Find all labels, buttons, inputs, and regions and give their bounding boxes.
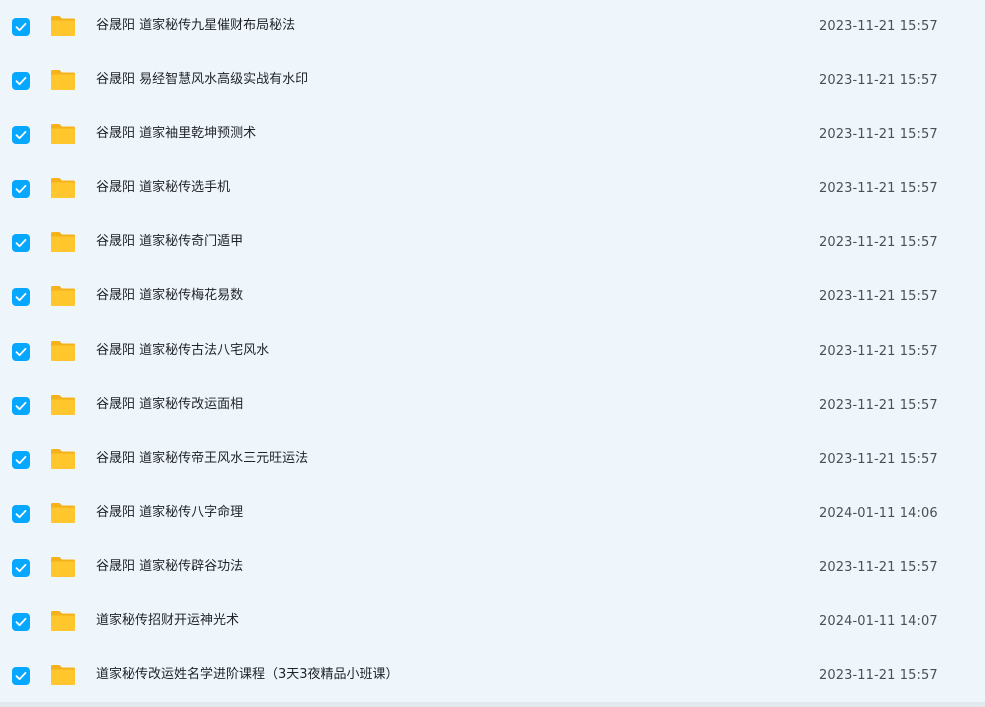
file-modified-date: 2023-11-21 15:57	[819, 127, 938, 143]
file-modified-date: 2024-01-11 14:07	[819, 614, 938, 630]
file-name[interactable]: 道家秘传改运姓名学进阶课程（3天3夜精品小班课）	[96, 666, 399, 684]
checkbox-checked-icon[interactable]	[12, 180, 30, 199]
file-name[interactable]: 谷晟阳 道家秘传奇门遁甲	[96, 233, 243, 251]
folder-icon	[49, 447, 77, 471]
folder-icon	[49, 393, 77, 417]
file-name[interactable]: 谷晟阳 道家秘传选手机	[96, 179, 230, 197]
file-row[interactable]: 谷晟阳 道家袖里乾坤预测术 2023-11-21 15:57	[0, 108, 985, 162]
file-name[interactable]: 谷晟阳 易经智慧风水高级实战有水印	[96, 71, 308, 89]
checkbox-checked-icon[interactable]	[12, 234, 30, 253]
file-row[interactable]: 谷晟阳 道家秘传九星催财布局秘法 2023-11-21 15:57	[0, 0, 985, 54]
checkbox-checked-icon[interactable]	[12, 450, 30, 469]
file-name[interactable]: 谷晟阳 道家秘传八字命理	[96, 504, 243, 522]
folder-icon	[49, 68, 77, 92]
checkbox-checked-icon[interactable]	[12, 342, 30, 361]
folder-icon	[49, 284, 77, 308]
checkbox-checked-icon[interactable]	[12, 667, 30, 686]
folder-icon	[49, 122, 77, 146]
folder-icon	[49, 339, 77, 363]
file-name[interactable]: 谷晟阳 道家秘传帝王风水三元旺运法	[96, 450, 308, 468]
file-modified-date: 2023-11-21 15:57	[819, 181, 938, 197]
checkbox-checked-icon[interactable]	[12, 126, 30, 145]
file-modified-date: 2023-11-21 15:57	[819, 451, 938, 467]
file-name[interactable]: 谷晟阳 道家秘传古法八宅风水	[96, 342, 269, 360]
file-name[interactable]: 谷晟阳 道家秘传辟谷功法	[96, 558, 243, 576]
file-modified-date: 2023-11-21 15:57	[819, 343, 938, 359]
file-name[interactable]: 谷晟阳 道家秘传改运面相	[96, 396, 243, 414]
file-modified-date: 2024-01-11 14:06	[819, 505, 938, 521]
file-modified-date: 2023-11-21 15:57	[819, 73, 938, 89]
file-row[interactable]: 谷晟阳 道家秘传改运面相 2023-11-21 15:57	[0, 379, 985, 433]
checkbox-checked-icon[interactable]	[12, 18, 30, 36]
file-modified-date: 2023-11-21 15:57	[819, 19, 938, 34]
file-name[interactable]: 道家秘传招财开运神光术	[96, 612, 239, 630]
folder-icon	[49, 555, 77, 579]
file-row[interactable]: 谷晟阳 道家秘传梅花易数 2023-11-21 15:57	[0, 270, 985, 324]
file-row[interactable]: 谷晟阳 道家秘传奇门遁甲 2023-11-21 15:57	[0, 216, 985, 270]
checkbox-checked-icon[interactable]	[12, 558, 30, 577]
folder-icon	[49, 14, 77, 38]
checkbox-checked-icon[interactable]	[12, 504, 30, 523]
bottom-divider	[0, 702, 985, 707]
checkbox-checked-icon[interactable]	[12, 396, 30, 415]
file-name[interactable]: 谷晟阳 道家秘传九星催财布局秘法	[96, 17, 295, 35]
file-row[interactable]: 谷晟阳 道家秘传选手机 2023-11-21 15:57	[0, 162, 985, 216]
folder-icon	[49, 176, 77, 200]
file-modified-date: 2023-11-21 15:57	[819, 397, 938, 413]
checkbox-checked-icon[interactable]	[12, 288, 30, 307]
file-modified-date: 2023-11-21 15:57	[819, 668, 938, 684]
file-modified-date: 2023-11-21 15:57	[819, 559, 938, 575]
file-name[interactable]: 谷晟阳 道家袖里乾坤预测术	[96, 125, 256, 143]
checkbox-checked-icon[interactable]	[12, 613, 30, 632]
file-modified-date: 2023-11-21 15:57	[819, 235, 938, 251]
file-name[interactable]: 谷晟阳 道家秘传梅花易数	[96, 287, 243, 305]
file-row[interactable]: 谷晟阳 道家秘传古法八宅风水 2023-11-21 15:57	[0, 325, 985, 379]
file-row[interactable]: 谷晟阳 易经智慧风水高级实战有水印 2023-11-21 15:57	[0, 54, 985, 108]
file-row[interactable]: 道家秘传改运姓名学进阶课程（3天3夜精品小班课） 2023-11-21 15:5…	[0, 649, 985, 703]
folder-icon	[49, 663, 77, 687]
folder-icon	[49, 501, 77, 525]
file-row[interactable]: 谷晟阳 道家秘传辟谷功法 2023-11-21 15:57	[0, 541, 985, 595]
file-modified-date: 2023-11-21 15:57	[819, 289, 938, 305]
file-list: 谷晟阳 道家秘传九星催财布局秘法 2023-11-21 15:57 谷晟阳 易经…	[0, 0, 985, 707]
file-row[interactable]: 道家秘传招财开运神光术 2024-01-11 14:07	[0, 595, 985, 649]
folder-icon	[49, 609, 77, 633]
checkbox-checked-icon[interactable]	[12, 72, 30, 91]
file-row[interactable]: 谷晟阳 道家秘传帝王风水三元旺运法 2023-11-21 15:57	[0, 433, 985, 487]
file-row[interactable]: 谷晟阳 道家秘传八字命理 2024-01-11 14:06	[0, 487, 985, 541]
folder-icon	[49, 230, 77, 254]
